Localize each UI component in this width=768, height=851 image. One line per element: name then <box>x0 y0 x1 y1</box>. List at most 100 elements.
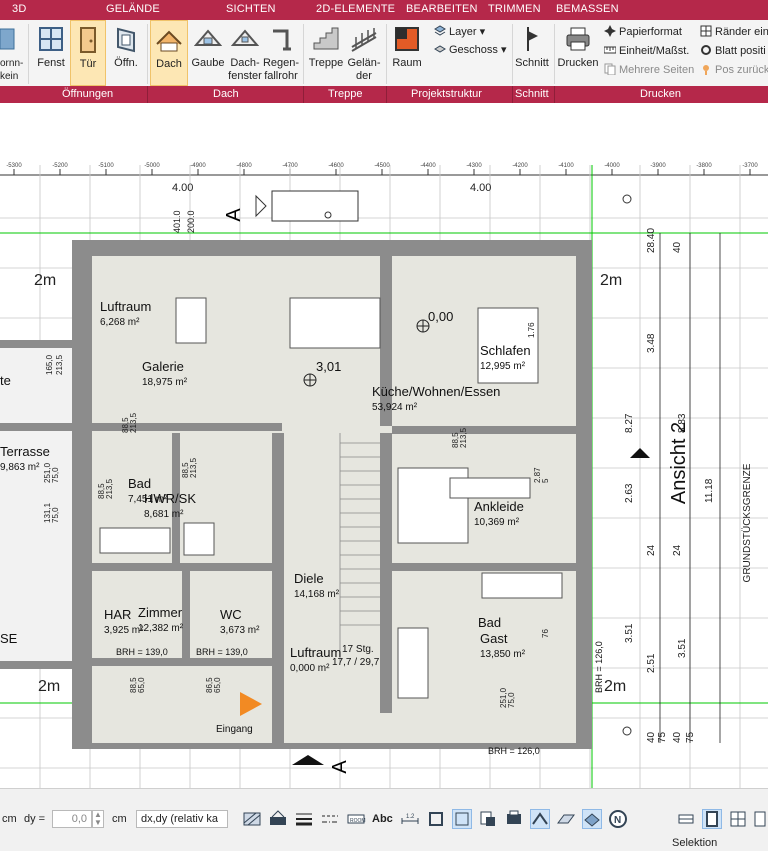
schnitt-button[interactable]: Schnitt <box>513 20 551 86</box>
dim-right-15: 40 <box>672 731 683 743</box>
ruler-tick-label: -5000 <box>144 163 160 169</box>
tuer-button[interactable]: Tür <box>70 20 106 86</box>
dach-label: Dach <box>156 58 182 70</box>
gaube-button[interactable]: Gaube <box>190 20 226 86</box>
gelaender-button[interactable]: Gelän- der <box>346 20 382 86</box>
section-a-top: A <box>223 208 245 222</box>
floor-plan-canvas[interactable]: -5300-5200-5100-5000-4900-4800-4700-4600… <box>0 103 768 788</box>
oeffnung-button[interactable]: Öffn. <box>108 20 144 86</box>
dropdown-caret-icon: ▾ <box>500 44 507 56</box>
regenfallrohr-button[interactable]: Regen- fallrohr <box>262 20 300 86</box>
ruler-tick-label: -5100 <box>98 163 114 169</box>
view-plan-icon[interactable] <box>676 809 696 829</box>
north-arrow-icon[interactable]: N <box>608 809 628 829</box>
dim-right-3: 3.48 <box>646 333 657 353</box>
line-type-icon[interactable] <box>320 809 340 829</box>
mehrere-seiten-label: Mehrere Seiten <box>619 64 695 76</box>
tuer-label: Tür <box>79 58 97 70</box>
dach-button[interactable]: Dach <box>150 20 188 86</box>
brh-label: BRH = 139,0 <box>116 647 168 657</box>
small-dimension: 75,0 <box>507 692 516 708</box>
raum-button[interactable]: Raum <box>388 20 426 86</box>
stair-dim-label: 17,7 / 29,7 <box>332 657 380 668</box>
room-name: Küche/Wohnen/Essen <box>372 384 500 399</box>
group-divider <box>554 86 555 103</box>
raender-button[interactable]: Ränder ein <box>700 24 768 40</box>
printer-icon <box>564 25 592 53</box>
gelaender-label-2: der <box>356 70 372 82</box>
partial-ribbon-button[interactable]: ornn- kein <box>0 20 24 86</box>
section-a-bottom: A <box>329 760 351 774</box>
grundstuck-label: GRUNDSTÜCKSGRENZE <box>741 463 753 582</box>
small-dimension: 75,0 <box>51 507 60 523</box>
dimension-icon[interactable]: 1.2 <box>400 809 420 829</box>
frame-icon[interactable] <box>426 809 446 829</box>
fill-icon[interactable] <box>268 809 288 829</box>
dachfenster-button[interactable]: Dach- fenster <box>228 20 262 86</box>
dropdown-caret-icon: ▾ <box>479 26 486 38</box>
menu-bearbeiten[interactable]: BEARBEITEN <box>406 3 478 15</box>
room-name: Luftraum <box>100 299 151 314</box>
dim-right-13: 40 <box>646 731 657 743</box>
menu-bemassen[interactable]: BEMASSEN <box>556 3 619 15</box>
surface-icon[interactable] <box>582 809 602 829</box>
line-weight-icon[interactable] <box>294 809 314 829</box>
small-dimension: 213,5 <box>189 457 198 478</box>
ruler-tick-label: -4500 <box>374 163 390 169</box>
coordinate-mode-select[interactable]: dx,dy (relativ ka <box>136 810 228 828</box>
wall-pattern-icon[interactable] <box>556 809 576 829</box>
snap-icon[interactable] <box>530 809 550 829</box>
room-stamp-icon[interactable]: ROOM <box>346 809 366 829</box>
door-icon <box>74 26 102 54</box>
ruler-tick-label: -4800 <box>236 163 252 169</box>
einheit-button[interactable]: Einheit/Maßst. <box>603 43 690 59</box>
ribbon-divider <box>147 24 148 84</box>
layer-dropdown[interactable]: Layer ▾ <box>434 24 485 40</box>
drucken-button[interactable]: Drucken <box>556 20 600 86</box>
select-frame-icon[interactable] <box>452 809 472 829</box>
einheit-label: Einheit/Maßst. <box>619 45 690 57</box>
dim-right-8: 24 <box>646 544 657 556</box>
print-area-icon[interactable] <box>504 809 524 829</box>
papierformat-button[interactable]: Papierformat <box>604 24 682 40</box>
menu-gelaende[interactable]: GELÄNDE <box>106 3 160 15</box>
group-schnitt: Schnitt <box>515 88 549 100</box>
menu-2d-elemente[interactable]: 2D-ELEMENTE <box>316 3 395 15</box>
mehrere-seiten-button[interactable]: Mehrere Seiten <box>604 62 694 78</box>
view-more-icon[interactable] <box>752 809 768 829</box>
menu-sichten[interactable]: SICHTEN <box>226 3 276 15</box>
menu-trimmen[interactable]: TRIMMEN <box>488 3 541 15</box>
geschoss-dropdown[interactable]: Geschoss ▾ <box>434 42 507 58</box>
view-grid-icon[interactable] <box>728 809 748 829</box>
coordinate-mode-value: dx,dy (relativ ka <box>141 813 219 825</box>
pos-zurueck-button[interactable]: Pos zurück <box>700 62 768 78</box>
cm-label-2: cm <box>112 813 127 825</box>
blatt-label: Blatt positi <box>715 45 766 57</box>
menu-3d[interactable]: 3D <box>12 3 26 15</box>
blatt-button[interactable]: Blatt positi <box>700 43 766 59</box>
fenster-button[interactable]: Fenst <box>32 20 70 86</box>
layer-stack-icon[interactable] <box>478 809 498 829</box>
margins-icon <box>700 25 712 37</box>
bottom-toolbar: cm dy = ▲▼ cm dx,dy (relativ ka ROOM Abc… <box>0 788 768 851</box>
hatch-icon[interactable] <box>242 809 262 829</box>
treppe-button[interactable]: Treppe <box>306 20 346 86</box>
ruler-tick-label: -4300 <box>466 163 482 169</box>
sheet-position-icon <box>700 44 712 56</box>
room-name: WC <box>220 607 242 622</box>
ruler: -5300-5200-5100-5000-4900-4800-4700-4600… <box>6 163 758 175</box>
brh-label: BRH = 126,0 <box>594 641 604 693</box>
section-icon <box>518 25 546 53</box>
dy-input[interactable] <box>52 810 92 828</box>
room-area: 13,850 m² <box>480 649 526 660</box>
svg-text:1.2: 1.2 <box>406 814 415 820</box>
text-style-icon[interactable]: Abc <box>372 809 396 829</box>
view-page-icon[interactable] <box>702 809 722 829</box>
drucken-label: Drucken <box>557 57 599 69</box>
abc-label: Abc <box>372 813 393 825</box>
floor-plan[interactable]: -5300-5200-5100-5000-4900-4800-4700-4600… <box>0 103 768 788</box>
small-dimension: 75,0 <box>51 467 60 483</box>
raender-label: Ränder ein <box>715 26 768 38</box>
dy-spinner[interactable]: ▲ ▼ <box>92 810 104 828</box>
menu-bar: 3D GELÄNDE SICHTEN 2D-ELEMENTE BEARBEITE… <box>0 0 768 20</box>
